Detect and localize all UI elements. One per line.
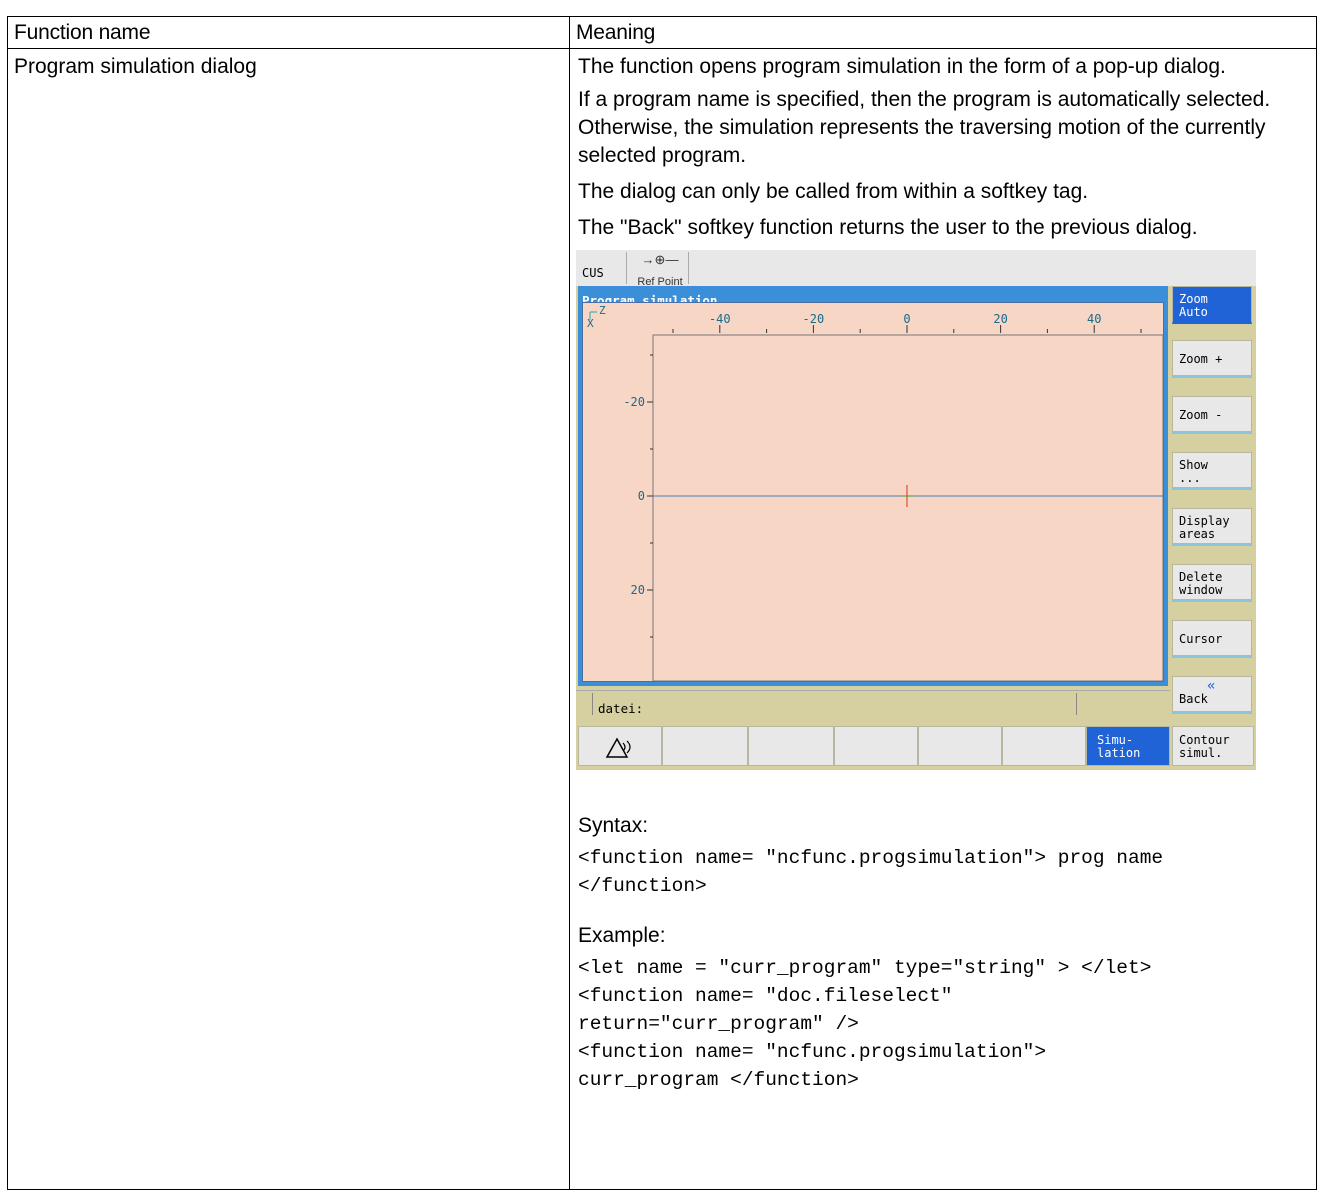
horizontal-softkeys: Simu-lation Contour simul.: [576, 722, 1256, 770]
header-meaning: Meaning: [569, 16, 1317, 49]
softkey-show[interactable]: Show...: [1172, 452, 1252, 490]
ref-point-icon: →⊕—: [641, 252, 679, 267]
meaning-paragraph-1: The function opens program simulation in…: [578, 55, 1226, 78]
top-scale-label: 20: [993, 312, 1007, 326]
softkey-blank-1[interactable]: [662, 726, 748, 766]
function-name-cell: Program simulation dialog: [7, 48, 570, 1190]
program-simulation-screenshot: CUS →⊕— Ref Point Program simulation Z X…: [576, 250, 1256, 770]
back-chevron-icon: «: [1207, 678, 1216, 694]
document-page: Function name Meaning Program simulation…: [0, 0, 1329, 1190]
meaning-cell: The function opens program simulation in…: [569, 48, 1317, 1190]
top-scale: -40 -20 0 20 40: [672, 312, 1142, 333]
softkey-zoom-plus[interactable]: Zoom +: [1172, 340, 1252, 378]
ref-point-indicator: →⊕— Ref Point: [632, 252, 688, 288]
simulation-plot: Z X -40 -20 0 20 40 -20 0 20: [587, 304, 1163, 681]
left-scale-label: -20: [623, 395, 645, 409]
table-row: Program simulation dialog The function o…: [7, 48, 1317, 1190]
simulation-canvas[interactable]: Z X -40 -20 0 20 40 -20 0 20: [582, 302, 1164, 682]
softkey-recall[interactable]: [578, 726, 662, 766]
meaning-paragraph-3: The dialog can only be called from withi…: [578, 180, 1089, 203]
syntax-code: <function name= "ncfunc.progsimulation">…: [578, 847, 1164, 897]
softkey-blank-3[interactable]: [834, 726, 918, 766]
softkey-zoom-minus[interactable]: Zoom -: [1172, 396, 1252, 434]
softkey-blank-4[interactable]: [918, 726, 1002, 766]
softkey-blank-5[interactable]: [1002, 726, 1086, 766]
example-code: <let name = "curr_program" type="string"…: [578, 957, 1152, 1091]
plot-frame: [652, 334, 1163, 681]
softkey-contour-simul[interactable]: Contour simul.: [1172, 726, 1254, 766]
syntax-heading: Syntax:: [578, 814, 649, 837]
function-table: Function name Meaning Program simulation…: [7, 16, 1317, 1190]
function-name: Program simulation dialog: [14, 55, 257, 78]
softkey-simulation[interactable]: Simu-lation: [1086, 726, 1170, 766]
axis-z-label: Z: [599, 304, 606, 317]
header-function-name: Function name: [7, 16, 570, 49]
mode-label: CUS: [582, 266, 604, 280]
top-scale-label: 0: [903, 312, 910, 326]
left-scale-label: 0: [638, 489, 645, 503]
softkey-delete-window[interactable]: Delete window: [1172, 564, 1252, 602]
left-scale-label: 20: [631, 583, 645, 597]
softkey-zoom-auto[interactable]: Zoom Auto: [1172, 286, 1252, 324]
meaning-paragraph-2: If a program name is specified, then the…: [578, 88, 1271, 167]
simulation-window: Program simulation Z X -40 -20 0 20 40 -…: [578, 286, 1168, 686]
softkey-blank-2[interactable]: [748, 726, 834, 766]
hmi-header-bar: CUS →⊕— Ref Point: [576, 250, 1256, 288]
recall-icon: [605, 737, 631, 758]
table-header-row: Function name Meaning: [7, 16, 1317, 49]
axis-x-label: X: [587, 317, 594, 330]
meaning-paragraph-4: The "Back" softkey function returns the …: [578, 216, 1198, 239]
softkey-display-areas[interactable]: Display areas: [1172, 508, 1252, 546]
top-scale-label: 40: [1087, 312, 1101, 326]
simulation-panel: Program simulation Z X -40 -20 0 20 40 -…: [576, 286, 1170, 722]
status-file-label: datei:: [598, 701, 644, 716]
left-scale: -20 0 20: [623, 354, 653, 638]
example-heading: Example:: [578, 924, 666, 947]
softkey-back[interactable]: « Back: [1172, 676, 1252, 714]
softkey-cursor[interactable]: Cursor: [1172, 620, 1252, 658]
status-bar: datei:: [576, 690, 1170, 717]
vertical-softkeys: Zoom Auto Zoom + Zoom - Show... Display ar: [1170, 286, 1256, 722]
top-scale-label: -20: [803, 312, 825, 326]
top-scale-label: -40: [709, 312, 731, 326]
